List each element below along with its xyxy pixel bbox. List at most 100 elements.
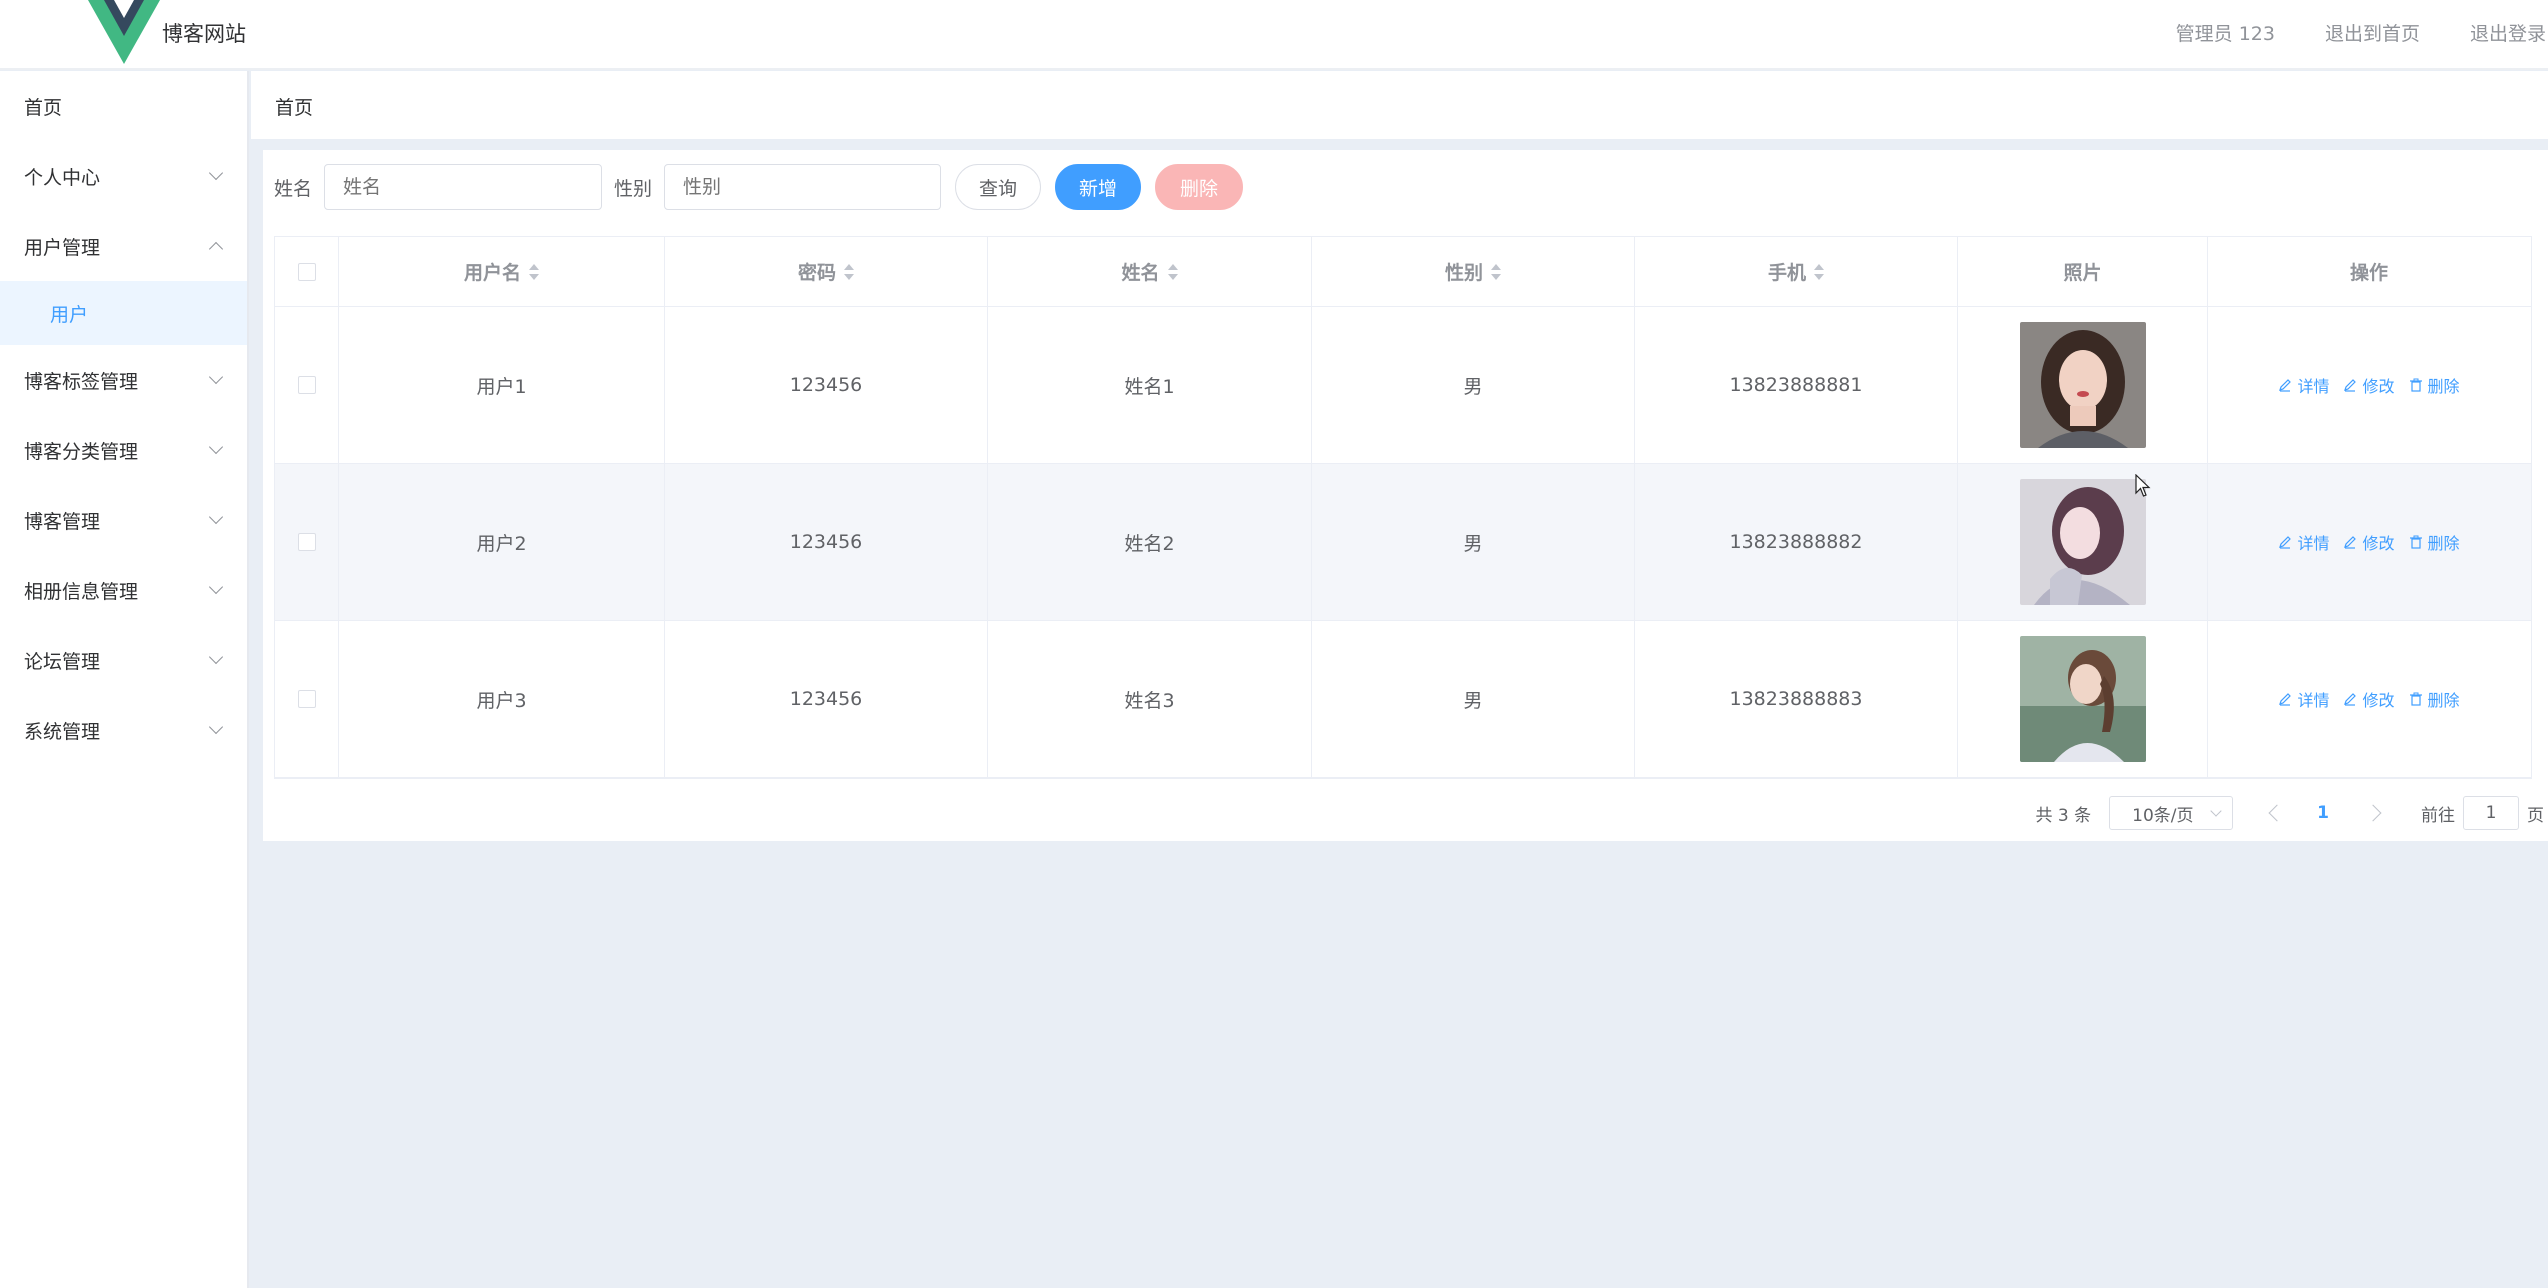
- sidebar-item-blog-tags[interactable]: 博客标签管理: [0, 345, 247, 415]
- row-select-cell: [275, 307, 339, 463]
- cell-gender: 男: [1312, 464, 1635, 620]
- table-row: 用户1 123456 姓名1 男 13823888881 详情 修改 删除: [275, 307, 2531, 464]
- prev-page-icon[interactable]: [2268, 804, 2286, 822]
- delete-button[interactable]: 删除: [2409, 373, 2460, 397]
- table-row: 用户2 123456 姓名2 男 13823888882 详情 修改 删除: [275, 464, 2531, 621]
- sidebar-item-label: 博客管理: [24, 510, 101, 533]
- breadcrumb[interactable]: 首页: [275, 93, 313, 120]
- row-checkbox[interactable]: [297, 376, 316, 394]
- sidebar-item-personal-center[interactable]: 个人中心: [0, 141, 247, 211]
- sort-icon[interactable]: [844, 263, 854, 280]
- add-button[interactable]: 新增: [1055, 164, 1142, 210]
- sort-icon[interactable]: [1491, 263, 1501, 280]
- chevron-down-icon: [208, 369, 224, 385]
- sidebar-item-user-management[interactable]: 用户管理: [0, 211, 247, 281]
- edit-button[interactable]: 修改: [2343, 530, 2395, 554]
- sort-icon[interactable]: [1814, 263, 1824, 280]
- delete-button[interactable]: 删除: [2409, 530, 2460, 554]
- sidebar-subitem-user[interactable]: 用户: [0, 281, 247, 345]
- edit-icon: [2279, 379, 2292, 392]
- sidebar-item-forum[interactable]: 论坛管理: [0, 625, 247, 695]
- column-header-photo: 照片: [1958, 237, 2208, 306]
- detail-button[interactable]: 详情: [2278, 530, 2329, 554]
- goto-label: 前往: [2421, 805, 2455, 826]
- detail-button[interactable]: 详情: [2278, 687, 2329, 711]
- select-all-checkbox[interactable]: [297, 262, 316, 281]
- sidebar-item-label: 博客标签管理: [24, 370, 139, 393]
- delete-label: 删除: [2427, 534, 2460, 553]
- edit-icon: [2344, 536, 2357, 549]
- sidebar-item-label: 用户管理: [24, 236, 101, 259]
- column-header-label: 照片: [2063, 262, 2102, 284]
- page-number-current[interactable]: 1: [2317, 803, 2329, 823]
- name-search-input[interactable]: [324, 164, 603, 210]
- select-all-cell: [275, 237, 339, 306]
- user-photo[interactable]: [2019, 322, 2146, 448]
- sidebar-item-blog-categories[interactable]: 博客分类管理: [0, 415, 247, 485]
- sidebar-item-blogs[interactable]: 博客管理: [0, 485, 247, 555]
- row-checkbox[interactable]: [297, 533, 316, 551]
- cell-gender: 男: [1312, 621, 1635, 777]
- query-button[interactable]: 查询: [955, 164, 1042, 210]
- column-header-gender[interactable]: 性别: [1312, 237, 1635, 306]
- column-header-username[interactable]: 用户名: [339, 237, 665, 306]
- total-count: 共 3 条: [2035, 805, 2092, 826]
- sidebar-item-system[interactable]: 系统管理: [0, 695, 247, 765]
- goto-page-input[interactable]: 1: [2463, 796, 2519, 830]
- sidebar-item-label: 论坛管理: [24, 650, 101, 673]
- edit-icon: [2344, 693, 2357, 706]
- trash-icon: [2409, 535, 2422, 549]
- cell-photo: [1958, 464, 2208, 620]
- edit-button[interactable]: 修改: [2343, 373, 2395, 397]
- batch-delete-button[interactable]: 删除: [1155, 164, 1244, 210]
- column-header-password[interactable]: 密码: [665, 237, 988, 306]
- chevron-up-icon: [208, 241, 224, 257]
- sort-icon[interactable]: [1167, 263, 1178, 280]
- cell-username: 用户3: [339, 621, 665, 777]
- cell-photo: [1958, 621, 2208, 777]
- cell-name: 姓名1: [988, 307, 1312, 463]
- cell-photo: [1958, 307, 2208, 463]
- sidebar-item-albums[interactable]: 相册信息管理: [0, 555, 247, 625]
- logo-icon: [88, 0, 160, 64]
- delete-label: 删除: [2427, 377, 2460, 396]
- sidebar-item-home[interactable]: 首页: [0, 71, 247, 141]
- pagination: 共 3 条 10条/页 1 前往 1 页: [2036, 795, 2548, 831]
- sidebar-item-label: 个人中心: [24, 166, 101, 189]
- edit-label: 修改: [2362, 377, 2395, 396]
- detail-button[interactable]: 详情: [2278, 373, 2329, 397]
- chevron-down-icon: [208, 165, 224, 181]
- cell-password: 123456: [665, 621, 988, 777]
- current-user-label: 管理员 123: [2175, 23, 2275, 45]
- sidebar-menu: 首页 个人中心 用户管理 用户 博客标签管理 博客分类管理 博客管理 相册信息管…: [0, 71, 249, 1288]
- gender-search-input[interactable]: [664, 164, 942, 210]
- sort-icon[interactable]: [529, 263, 539, 280]
- trash-icon: [2409, 692, 2422, 706]
- sidebar-item-label: 用户: [50, 303, 89, 326]
- delete-label: 删除: [2427, 691, 2460, 710]
- sidebar-item-label: 首页: [24, 96, 63, 119]
- cell-actions: 详情 修改 删除: [2208, 464, 2530, 620]
- cell-phone: 13823888882: [1635, 464, 1958, 620]
- page-size-select[interactable]: 10条/页: [2109, 796, 2234, 830]
- user-photo[interactable]: [2019, 636, 2146, 762]
- cell-password: 123456: [665, 307, 988, 463]
- column-header-phone[interactable]: 手机: [1635, 237, 1958, 306]
- chevron-down-icon: [208, 439, 224, 455]
- name-label: 姓名: [274, 177, 313, 200]
- logout-link[interactable]: 退出登录: [2470, 19, 2548, 46]
- delete-button[interactable]: 删除: [2409, 687, 2460, 711]
- detail-label: 详情: [2297, 377, 2330, 396]
- exit-to-home-link[interactable]: 退出到首页: [2325, 19, 2420, 46]
- page-size-value: 10条/页: [2132, 805, 2194, 826]
- column-header-label: 手机: [1767, 262, 1806, 284]
- column-header-name[interactable]: 姓名: [988, 237, 1312, 306]
- search-form: 姓名 性别 查询 新增 删除: [263, 164, 1244, 210]
- user-photo[interactable]: [2019, 479, 2146, 605]
- edit-button[interactable]: 修改: [2343, 687, 2395, 711]
- cell-phone: 13823888883: [1635, 621, 1958, 777]
- chevron-down-icon: [2210, 805, 2222, 817]
- row-checkbox[interactable]: [297, 690, 316, 708]
- mouse-cursor-icon: [2135, 474, 2151, 497]
- next-page-icon[interactable]: [2364, 804, 2382, 822]
